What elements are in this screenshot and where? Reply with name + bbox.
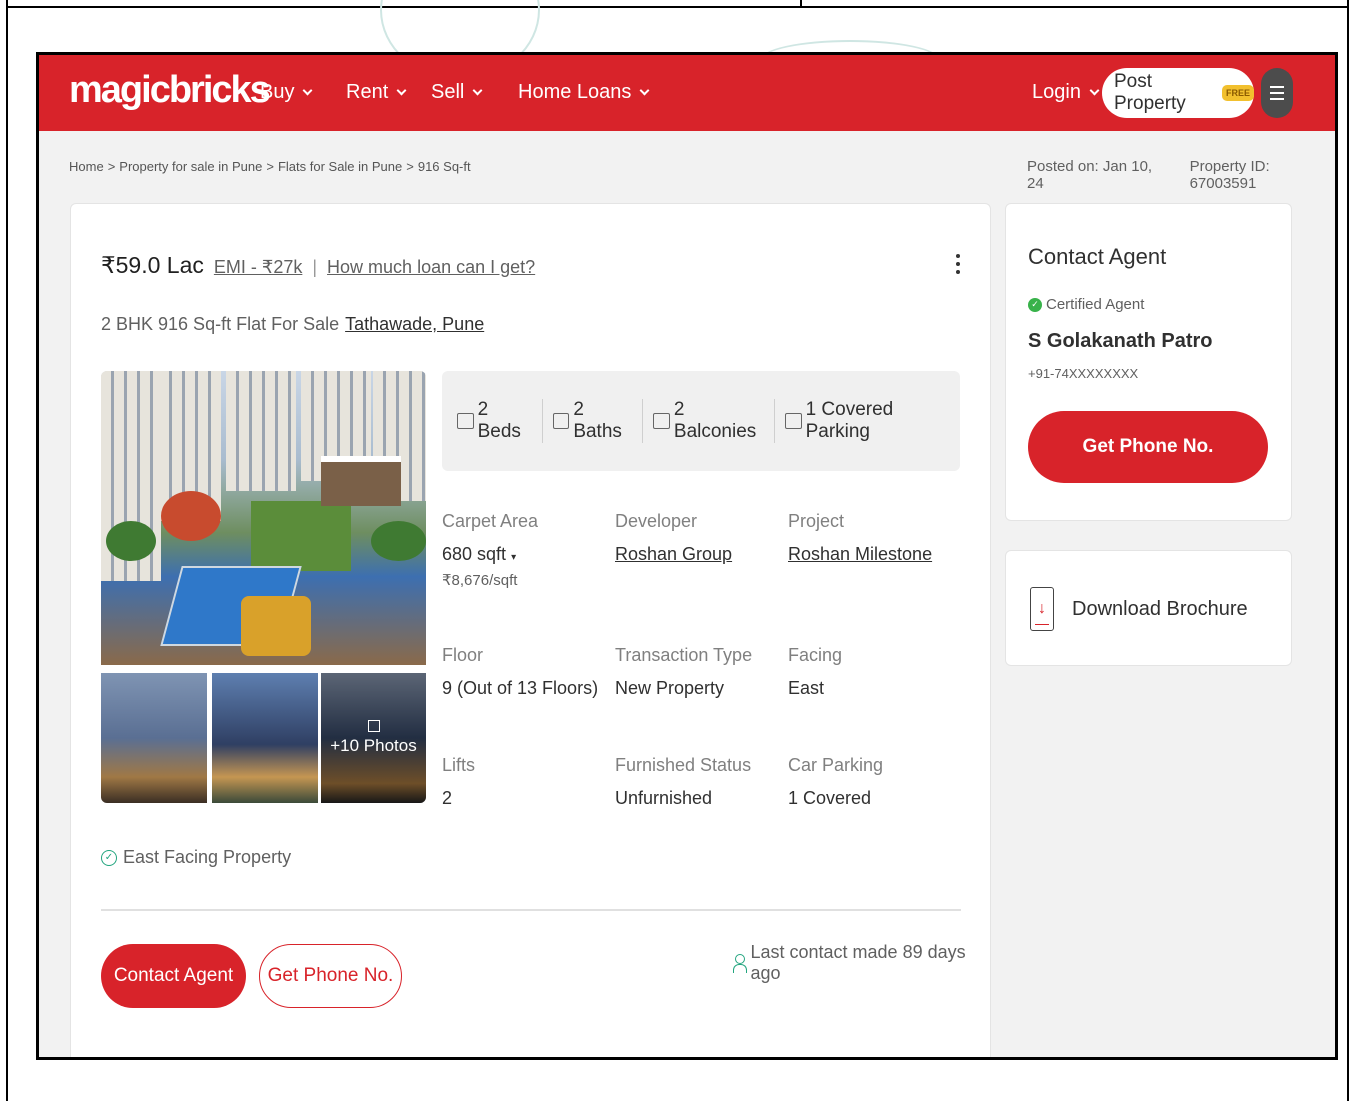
highlight-east-facing: ✓ East Facing Property [101,847,291,868]
amenity-beds: 2 Beds [457,399,543,443]
post-property-label: Post Property [1114,71,1186,114]
photo-thumbnail-more[interactable]: +10 Photos [321,673,426,803]
amenity-balconies: 2 Balconies [643,399,775,443]
free-badge: FREE [1221,85,1254,101]
magicbricks-logo[interactable]: magicbricks [69,69,271,112]
contact-agent-card: Contact Agent ✓ Certified Agent S Golaka… [1005,203,1292,521]
field-floor: Floor 9 (Out of 13 Floors) [442,645,599,698]
nav-sell[interactable]: Sell [431,81,483,104]
nav-buy-label: Buy [260,81,295,103]
posted-on: Posted on: Jan 10, 24 [1027,158,1153,192]
price-row: ₹59.0 Lac EMI - ₹27k | How much loan can… [101,252,535,279]
chevron-down-icon [303,85,313,96]
listing-card: ₹59.0 Lac EMI - ₹27k | How much loan can… [70,203,991,1057]
breadcrumb-separator: > [107,159,116,174]
more-photos-label: +10 Photos [330,736,417,755]
emi-link[interactable]: EMI - ₹27k [214,257,302,278]
nav-home-loans-label: Home Loans [518,81,632,103]
project-link[interactable]: Roshan Milestone [788,544,932,565]
contact-agent-button[interactable]: Contact Agent [101,944,246,1008]
field-transaction-type: Transaction Type New Property [615,645,753,698]
chevron-down-icon [639,85,650,96]
hamburger-icon [1270,86,1284,88]
caret-down-icon: ▾ [511,552,517,563]
breadcrumb-separator: > [406,159,414,174]
verified-check-icon: ✓ [1028,297,1042,312]
nav-sell-label: Sell [431,81,465,103]
agent-phone-masked: +91-74XXXXXXXX [1028,366,1139,381]
location-link[interactable]: Tathawade, Pune [345,314,484,335]
more-options-icon[interactable] [956,254,960,274]
chevron-down-icon [396,85,407,96]
nav-buy[interactable]: Buy [260,81,313,104]
login-menu[interactable]: Login [1032,81,1100,104]
photo-thumbnail[interactable] [212,673,318,803]
nav-rent[interactable]: Rent [346,81,407,104]
check-circle-icon: ✓ [101,849,117,866]
chevron-down-icon [1089,85,1100,96]
field-carpet-area: Carpet Area 680 sqft ▾ ₹8,676/sqft [442,511,539,589]
last-contact-text: Last contact made 89 days ago [750,942,966,983]
certified-agent-badge: ✓ Certified Agent [1028,296,1144,313]
photo-thumbnail[interactable] [101,673,207,803]
login-label: Login [1032,81,1081,103]
field-developer: Developer Roshan Group [615,511,733,565]
amenity-baths: 2 Baths [543,399,644,443]
listing-title-text: 2 BHK 916 Sq-ft Flat For Sale [101,314,340,334]
breadcrumb-flats-pune[interactable]: Flats for Sale in Pune [278,159,402,174]
breadcrumb-home[interactable]: Home [69,159,104,174]
gallery-icon [367,720,380,732]
post-property-button[interactable]: Post Property FREE [1102,68,1254,118]
browser-viewport: magicbricks Buy Rent Sell Home Loans Log… [36,52,1338,1060]
main-property-photo[interactable] [101,371,426,665]
amenities-summary: 2 Beds 2 Baths 2 Balconies 1 Covered Par… [442,371,960,471]
breadcrumb-current: 916 Sq-ft [417,159,471,174]
loan-eligibility-link[interactable]: How much loan can I get? [327,257,535,278]
agent-name: S Golakanath Patro [1028,330,1213,352]
price: ₹59.0 Lac [101,252,204,278]
carpet-area-value: 680 sqft [442,544,507,564]
person-icon [733,954,748,973]
divider [101,909,961,911]
hamburger-menu-button[interactable] [1261,68,1293,118]
developer-link[interactable]: Roshan Group [615,544,732,565]
highlight-label: East Facing Property [123,847,292,867]
amenity-parking: 1 Covered Parking [775,399,960,443]
agent-get-phone-button[interactable]: Get Phone No. [1028,411,1268,483]
pdf-download-icon: ↓ [1030,587,1054,631]
download-brochure-card[interactable]: ↓ Download Brochure [1005,550,1292,666]
bath-icon [552,413,570,429]
certified-label: Certified Agent [1046,296,1145,313]
listing-meta: Posted on: Jan 10, 24 Property ID: 67003… [1027,158,1335,192]
price-per-sqft: ₹8,676/sqft [442,572,518,589]
breadcrumb-separator: > [266,159,274,174]
chevron-down-icon [472,85,483,96]
field-car-parking: Car Parking 1 Covered [788,755,884,808]
contact-agent-heading: Contact Agent [1028,244,1167,269]
site-header: magicbricks Buy Rent Sell Home Loans Log… [39,55,1335,131]
nav-home-loans[interactable]: Home Loans [518,81,650,104]
field-lifts: Lifts 2 [442,755,476,808]
breadcrumb-property-pune[interactable]: Property for sale in Pune [119,159,262,174]
property-id: Property ID: 67003591 [1189,158,1270,192]
field-facing: Facing East [788,645,843,698]
download-brochure-label: Download Brochure [1072,597,1248,620]
field-project: Project Roshan Milestone [788,511,933,565]
car-icon [784,413,802,429]
last-contact-info: Last contact made 89 days ago [733,942,990,984]
get-phone-button[interactable]: Get Phone No. [259,944,402,1008]
bed-icon [457,413,474,429]
balcony-icon [653,413,670,429]
price-separator: | [312,257,318,277]
breadcrumb: Home > Property for sale in Pune > Flats… [69,159,471,174]
listing-title: 2 BHK 916 Sq-ft Flat For Sale Tathawade,… [101,314,484,335]
field-furnished-status: Furnished Status Unfurnished [615,755,752,808]
nav-rent-label: Rent [346,81,389,103]
